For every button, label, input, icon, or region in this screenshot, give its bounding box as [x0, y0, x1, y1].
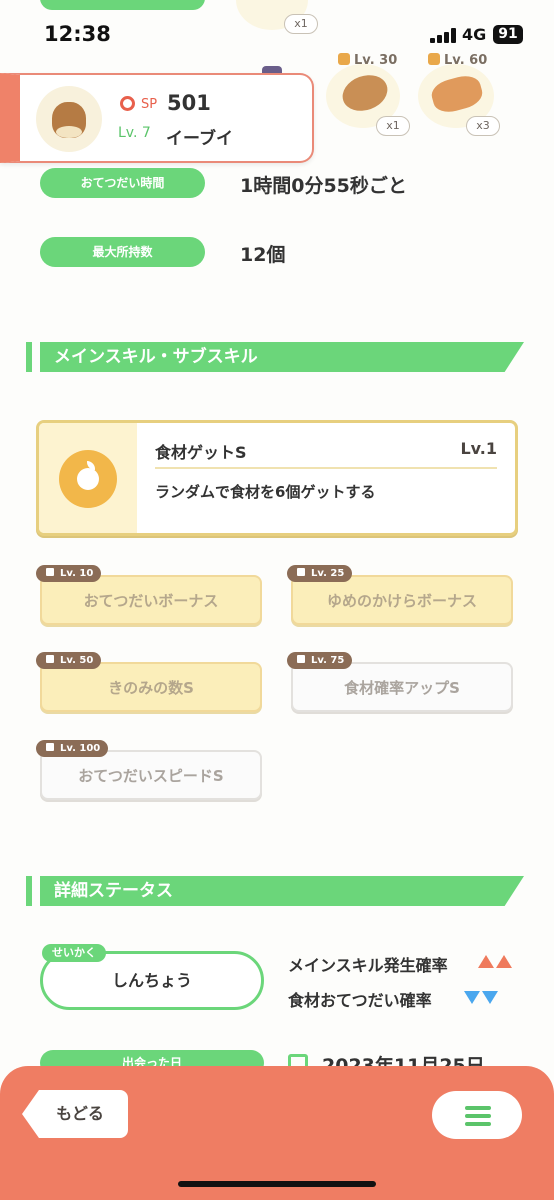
skills-section-title: メインスキル・サブスキル — [40, 342, 524, 372]
home-indicator[interactable] — [178, 1181, 376, 1187]
sub-skill-slot-1[interactable]: おてつだいボーナス — [40, 575, 262, 625]
help-time-value: 1時間0分55秒ごと — [240, 175, 407, 197]
sub-skill-unlock-1: Lv. 10 — [36, 565, 102, 582]
sub-skill-unlock-1-text: Lv. 10 — [60, 568, 94, 579]
sub-skill-slot-5[interactable]: おてつだいスピードS — [40, 750, 262, 800]
signal-icon — [430, 27, 456, 43]
effect-up-label: メインスキル発生確率 — [288, 956, 448, 975]
lock-icon — [46, 743, 54, 751]
max-carry-value: 12個 — [240, 244, 286, 266]
cacao-icon — [337, 69, 393, 117]
item-count-3: x3 — [466, 116, 500, 136]
item-count-1: x1 — [284, 14, 318, 34]
battery-icon: 91 — [493, 25, 523, 44]
sub-skill-unlock-4-text: Lv. 75 — [311, 655, 345, 666]
pokemon-level: Lv. 7 — [118, 125, 151, 141]
lock-icon — [297, 568, 305, 576]
up-arrow-icon — [478, 955, 494, 968]
bread-icon — [428, 72, 486, 116]
lock-icon — [428, 53, 440, 65]
sub-skill-unlock-5: Lv. 100 — [36, 740, 109, 757]
stat-pill-top — [40, 0, 205, 10]
nature-tag: せいかく — [42, 944, 106, 962]
main-skill-level: Lv.1 — [460, 439, 497, 458]
sp-value: 501 — [167, 91, 211, 115]
item-count-2: x1 — [376, 116, 410, 136]
down-arrow-icon — [464, 991, 480, 1004]
sub-skill-slot-4[interactable]: 食材確率アップS — [291, 662, 513, 712]
up-arrow-icon — [496, 955, 512, 968]
apple-body — [77, 468, 99, 490]
lock-icon — [46, 655, 54, 663]
sub-skill-slot-2[interactable]: ゆめのかけらボーナス — [291, 575, 513, 625]
pokemon-name: イーブイ — [166, 129, 233, 149]
menu-button[interactable] — [432, 1091, 522, 1139]
sub-skill-unlock-2-text: Lv. 25 — [311, 568, 345, 579]
sp-label: SP — [141, 97, 158, 112]
effect-down-label: 食材おてつだい確率 — [288, 991, 432, 1010]
sub-skill-unlock-4: Lv. 75 — [287, 652, 353, 669]
help-time-label: おてつだい時間 — [40, 168, 205, 198]
sub-skill-unlock-5-text: Lv. 100 — [60, 743, 101, 754]
lock-icon — [46, 568, 54, 576]
network-type: 4G — [462, 25, 487, 44]
section-accent — [26, 876, 32, 906]
main-skill-description: ランダムで食材を6個ゲットする — [155, 483, 376, 501]
sub-skill-unlock-2: Lv. 25 — [287, 565, 353, 582]
main-skill-name: 食材ゲットS — [155, 443, 247, 462]
hamburger-icon — [465, 1106, 491, 1130]
main-skill-icon-area — [39, 423, 137, 533]
sub-skill-unlock-3: Lv. 50 — [36, 652, 102, 669]
pokeball-icon — [120, 96, 135, 111]
divider — [155, 467, 497, 469]
eevee-collar — [56, 126, 82, 138]
lock-icon — [338, 53, 350, 65]
status-time: 12:38 — [44, 22, 111, 46]
lock-icon — [297, 655, 305, 663]
main-skill-card[interactable]: 食材ゲットS Lv.1 ランダムで食材を6個ゲットする — [36, 420, 518, 536]
sub-skill-unlock-3-text: Lv. 50 — [60, 655, 94, 666]
down-arrow-icon — [482, 991, 498, 1004]
max-carry-label: 最大所持数 — [40, 237, 205, 267]
back-button[interactable]: もどる — [22, 1090, 128, 1138]
pokemon-avatar — [36, 86, 102, 152]
section-accent — [26, 342, 32, 372]
sub-skill-slot-3[interactable]: きのみの数S — [40, 662, 262, 712]
detail-section-title: 詳細ステータス — [40, 876, 524, 906]
apple-icon — [59, 450, 117, 508]
